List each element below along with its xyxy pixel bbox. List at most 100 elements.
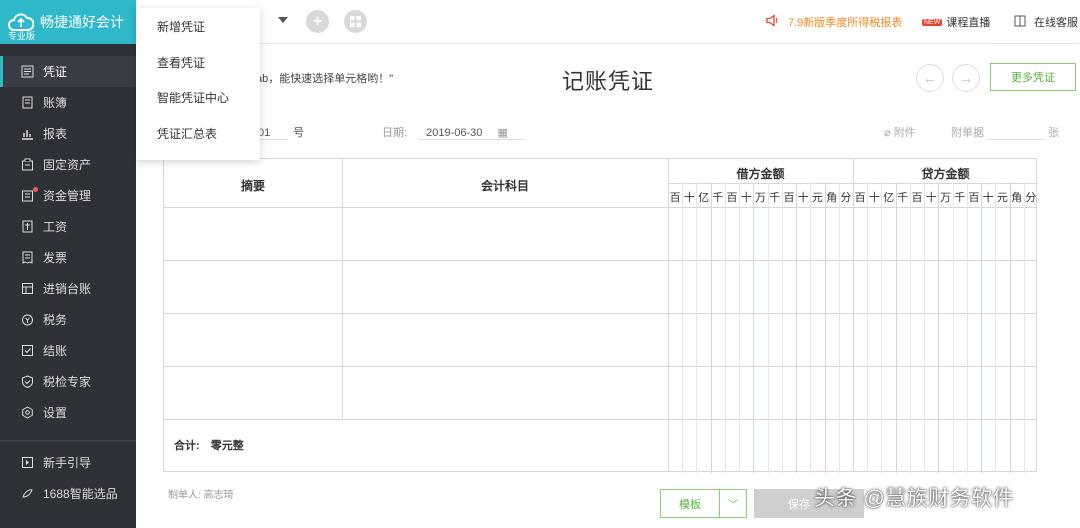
date-field: 日期: 2019-06-30 ▦ [382, 124, 525, 140]
account-set-dropdown-caret-icon[interactable] [278, 17, 288, 23]
shop-icon [20, 487, 34, 501]
subject-cell[interactable] [343, 261, 668, 313]
voucher-popup-menu: 新增凭证 查看凭证 智能凭证中心 凭证汇总表 [136, 8, 260, 160]
date-value: 2019-06-30 [426, 127, 483, 139]
sidebar-item-fund[interactable]: 资金管理 [0, 180, 136, 211]
fixed-asset-icon [20, 158, 34, 172]
prev-voucher-icon[interactable]: ← [916, 64, 944, 92]
live-course-link[interactable]: NEW 课程直播 [922, 14, 990, 30]
date-label: 日期: [382, 127, 408, 139]
sidebar-item-label: 固定资产 [43, 158, 92, 172]
menu-item-voucher-summary[interactable]: 凭证汇总表 [136, 116, 260, 152]
table-row-line [164, 419, 1036, 420]
digit-unit-label: 百 [783, 192, 795, 204]
sidebar-item-label: 账簿 [43, 96, 68, 110]
calendar-icon[interactable]: ▦ [497, 127, 507, 139]
voucher-icon [20, 65, 34, 79]
sidebar-item-inventory[interactable]: 进销台账 [0, 273, 136, 304]
sidebar-item-report[interactable]: 报表 [0, 118, 136, 149]
menu-item-view-voucher[interactable]: 查看凭证 [136, 45, 260, 81]
voucher-number-suffix: 号 [293, 127, 305, 139]
template-button-label: 模板 [661, 490, 720, 517]
date-input[interactable]: 2019-06-30 ▦ [418, 126, 525, 140]
attach-doc-unit: 张 [1048, 127, 1060, 139]
menu-item-new-voucher[interactable]: 新增凭证 [136, 9, 260, 45]
sidebar-item-closing[interactable]: 结账 [0, 335, 136, 366]
maker-label: 制单人: 高志琦 [168, 490, 234, 501]
paperclip-icon: ⌀ [884, 127, 891, 139]
fund-icon [20, 189, 34, 203]
notification-dot [33, 187, 38, 192]
digit-unit-label: 千 [897, 192, 909, 204]
digit-unit-label: 百 [669, 192, 681, 204]
closing-icon [20, 344, 34, 358]
online-service-link[interactable]: 在线客服 [1014, 14, 1078, 30]
apps-grid-icon[interactable] [344, 10, 367, 33]
subject-cell[interactable] [343, 367, 668, 419]
inventory-icon [20, 282, 34, 296]
sidebar-item-tax-check[interactable]: 税检专家 [0, 366, 136, 397]
voucher-number-input[interactable]: 01 [258, 127, 288, 140]
digit-unit-label: 十 [797, 192, 809, 204]
app-name: 畅捷通好会计 [40, 14, 124, 30]
promo-link[interactable]: 7.9新版季度所得税报表 [766, 14, 902, 30]
tax-check-icon [20, 375, 34, 389]
debit-amount-cell[interactable] [669, 208, 853, 260]
debit-amount-cell[interactable] [669, 314, 853, 366]
app-logo[interactable]: 畅捷通好会计 专业版 [0, 0, 136, 44]
sidebar-item-label: 凭证 [43, 65, 68, 79]
digit-unit-label: 万 [754, 192, 766, 204]
digit-unit-label: 分 [1025, 192, 1037, 204]
credit-amount-cell[interactable] [854, 314, 1038, 366]
sidebar-item-ledger[interactable]: 账簿 [0, 87, 136, 118]
live-course-label: 课程直播 [946, 17, 991, 29]
template-button[interactable]: 模板 ﹀ [660, 489, 747, 518]
sidebar-item-fixed-asset[interactable]: 固定资产 [0, 149, 136, 180]
summary-cell[interactable] [164, 367, 342, 419]
debit-amount-cell[interactable] [669, 367, 853, 419]
credit-amount-cell[interactable] [854, 208, 1038, 260]
sidebar: 畅捷通好会计 专业版 凭证 账簿 报表 固定资产 资金管理 工资 发票 进销台账… [0, 0, 136, 528]
attachment-link[interactable]: ⌀ 附件 [884, 124, 916, 140]
new-badge: NEW [922, 18, 943, 26]
subject-cell[interactable] [343, 208, 668, 260]
sidebar-item-shop[interactable]: 1688智能选品 [0, 478, 136, 509]
menu-item-smart-voucher[interactable]: 智能凭证中心 [136, 80, 260, 116]
summary-cell[interactable] [164, 208, 342, 260]
sidebar-item-settings[interactable]: 设置 [0, 397, 136, 428]
digit-unit-label: 十 [683, 192, 695, 204]
summary-cell[interactable] [164, 261, 342, 313]
digit-unit-label: 十 [982, 192, 994, 204]
sidebar-item-label: 进销台账 [43, 282, 92, 296]
digit-unit-label: 亿 [698, 192, 710, 204]
digit-unit-label: 元 [996, 192, 1008, 204]
service-icon [1014, 15, 1026, 30]
voucher-number-field[interactable]: 01 号 [258, 124, 304, 140]
add-icon[interactable]: + [306, 10, 329, 33]
sidebar-item-salary[interactable]: 工资 [0, 211, 136, 242]
attachment-label: 附件 [893, 127, 916, 139]
digit-unit-label: 千 [954, 192, 966, 204]
online-service-label: 在线客服 [1034, 17, 1078, 29]
more-vouchers-button[interactable]: 更多凭证 [990, 63, 1076, 91]
amount-header-line [668, 183, 1038, 184]
sidebar-item-guide[interactable]: 新手引导 [0, 447, 136, 478]
next-voucher-icon[interactable]: → [952, 64, 980, 92]
digit-unit-label: 百 [968, 192, 980, 204]
summary-cell[interactable] [164, 314, 342, 366]
credit-amount-cell[interactable] [854, 367, 1038, 419]
watermark: 头条 @慧族财务软件 [814, 487, 1015, 510]
sidebar-item-label: 新手引导 [43, 456, 92, 470]
sidebar-item-voucher[interactable]: 凭证 [0, 56, 136, 87]
sidebar-nav: 凭证 账簿 报表 固定资产 资金管理 工资 发票 进销台账 税务 结账 税检专家… [0, 56, 136, 509]
voucher-table: 摘要 会计科目 借方金额 贷方金额 合计: 零元整 百十亿千百十万千百十元角分百… [163, 158, 1038, 473]
subject-cell[interactable] [343, 314, 668, 366]
chevron-down-icon[interactable]: ﹀ [720, 490, 746, 517]
debit-amount-cell[interactable] [669, 261, 853, 313]
digit-unit-label: 千 [712, 192, 724, 204]
sidebar-item-invoice[interactable]: 发票 [0, 242, 136, 273]
digit-unit-label: 亿 [883, 192, 895, 204]
sidebar-item-tax[interactable]: 税务 [0, 304, 136, 335]
credit-amount-cell[interactable] [854, 261, 1038, 313]
attach-doc-count-input[interactable] [987, 127, 1046, 140]
